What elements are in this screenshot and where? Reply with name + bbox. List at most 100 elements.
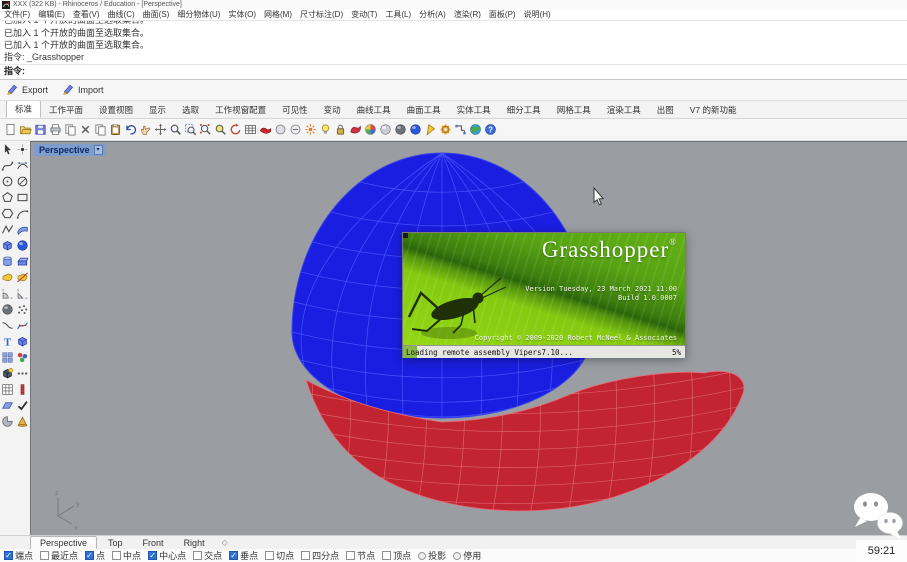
osnap-toggle[interactable]: 停用 xyxy=(453,549,481,562)
extrude-blue-icon[interactable] xyxy=(15,253,30,269)
wechat-icon[interactable] xyxy=(845,486,907,544)
help-icon[interactable]: ? xyxy=(483,121,498,138)
menu-item[interactable]: 查看(V) xyxy=(69,9,104,21)
toolbar-tab[interactable]: 工作平面 xyxy=(41,102,91,118)
osnap-toggle[interactable]: 四分点 xyxy=(301,549,339,562)
text-T-icon[interactable]: T xyxy=(0,333,15,349)
toolbar-tab[interactable]: 实体工具 xyxy=(449,102,499,118)
zoom-icon[interactable] xyxy=(168,121,183,138)
osnap-toggle[interactable]: 顶点 xyxy=(382,549,411,562)
print-icon[interactable] xyxy=(48,121,63,138)
grid-table-icon[interactable] xyxy=(243,121,258,138)
surface-corner-icon[interactable] xyxy=(15,221,30,237)
menu-item[interactable]: 变动(T) xyxy=(347,9,381,21)
light-bulb-icon[interactable] xyxy=(318,121,333,138)
viewport-tab-front[interactable]: Front xyxy=(134,537,173,549)
sphere-blue-icon[interactable] xyxy=(408,121,423,138)
import-button[interactable]: Import xyxy=(62,83,104,98)
menu-item[interactable]: 面板(P) xyxy=(485,9,520,21)
command-prompt-input[interactable]: 指令: xyxy=(0,64,907,78)
toolbar-tab[interactable]: 网格工具 xyxy=(549,102,599,118)
flag-yellow-icon[interactable] xyxy=(423,121,438,138)
menu-item[interactable]: 曲面(S) xyxy=(139,9,174,21)
menu-item[interactable]: 文件(F) xyxy=(0,9,34,21)
osnap-toggle[interactable]: 最近点 xyxy=(40,549,78,562)
grid-cells-icon[interactable] xyxy=(0,381,15,397)
toolbar-tab[interactable]: 渲染工具 xyxy=(599,102,649,118)
toolbar-tab[interactable]: 细分工具 xyxy=(499,102,549,118)
curve-nodes-icon[interactable] xyxy=(0,157,15,173)
arc-blend-icon[interactable] xyxy=(0,317,15,333)
toolbar-tab[interactable]: 曲面工具 xyxy=(399,102,449,118)
close-x-icon[interactable] xyxy=(78,121,93,138)
zoom-extents-icon[interactable] xyxy=(213,121,228,138)
lock-icon[interactable] xyxy=(333,121,348,138)
polygon-icon[interactable] xyxy=(0,189,15,205)
viewport-layout-icon[interactable]: ◇ xyxy=(216,538,228,547)
checkbox-icon[interactable] xyxy=(40,551,49,560)
arc-icon[interactable] xyxy=(15,205,30,221)
dots-more-icon[interactable] xyxy=(15,365,30,381)
osnap-toggle[interactable]: ✓垂点 xyxy=(229,549,258,562)
osnap-toggle[interactable]: 交点 xyxy=(193,549,222,562)
viewport-tab-right[interactable]: Right xyxy=(175,537,214,549)
toolbar-tab[interactable]: 变动 xyxy=(316,102,349,118)
trim-yellow-icon[interactable] xyxy=(15,269,30,285)
export-button[interactable]: Export xyxy=(6,83,48,98)
menu-item[interactable]: 实体(O) xyxy=(224,9,260,21)
sphere-cut-icon[interactable] xyxy=(0,413,15,429)
zoom-selected-icon[interactable] xyxy=(198,121,213,138)
hexagon-icon[interactable] xyxy=(0,205,15,221)
osnap-toggle[interactable]: 中点 xyxy=(112,549,141,562)
menu-item[interactable]: 说明(H) xyxy=(520,9,555,21)
undo-icon[interactable] xyxy=(123,121,138,138)
toolbar-tab[interactable]: V7 的新功能 xyxy=(682,102,745,118)
circle-gray-icon[interactable] xyxy=(273,121,288,138)
duplicate-icon[interactable] xyxy=(63,121,78,138)
menu-item[interactable]: 工具(L) xyxy=(381,9,415,21)
checkbox-icon[interactable] xyxy=(301,551,310,560)
menu-item[interactable]: 渲染(R) xyxy=(450,9,485,21)
column-red-icon[interactable] xyxy=(15,381,30,397)
curve-handles-icon[interactable] xyxy=(15,157,30,173)
osnap-toggle[interactable]: 节点 xyxy=(346,549,375,562)
plane-blue-icon[interactable] xyxy=(0,397,15,413)
menu-item[interactable]: 网格(M) xyxy=(260,9,296,21)
cube-blue-icon[interactable] xyxy=(0,237,15,253)
save-icon[interactable] xyxy=(33,121,48,138)
toolbar-tab[interactable]: 可见性 xyxy=(274,102,316,118)
open-folder-icon[interactable] xyxy=(18,121,33,138)
checkbox-icon[interactable]: ✓ xyxy=(229,551,238,560)
check-mark-icon[interactable] xyxy=(15,397,30,413)
osnap-toggle[interactable]: 切点 xyxy=(265,549,294,562)
pan-hand-icon[interactable] xyxy=(138,121,153,138)
toolbar-tab[interactable]: 设置视图 xyxy=(91,102,141,118)
viewport-title[interactable]: Perspective ▾ xyxy=(34,144,106,156)
link-nodes-icon[interactable] xyxy=(453,121,468,138)
menu-item[interactable]: 尺寸标注(D) xyxy=(296,9,347,21)
circle-minus-icon[interactable] xyxy=(288,121,303,138)
zoom-window-icon[interactable] xyxy=(183,121,198,138)
menu-item[interactable]: 分析(A) xyxy=(415,9,450,21)
checkbox-icon[interactable] xyxy=(382,551,391,560)
circle-diameter-icon[interactable] xyxy=(15,173,30,189)
circle-center-icon[interactable] xyxy=(0,173,15,189)
earth-icon[interactable] xyxy=(468,121,483,138)
boolean-yellow-icon[interactable] xyxy=(0,269,15,285)
cube-render-icon[interactable] xyxy=(0,365,15,381)
render-red-icon[interactable] xyxy=(348,121,363,138)
viewport-tab-perspective[interactable]: Perspective xyxy=(30,536,97,549)
copy-icon[interactable] xyxy=(93,121,108,138)
toolbar-tab[interactable]: 工作视窗配置 xyxy=(207,102,274,118)
sphere-blue-sm-icon[interactable] xyxy=(15,237,30,253)
checkbox-icon[interactable]: ✓ xyxy=(85,551,94,560)
checkbox-icon[interactable] xyxy=(346,551,355,560)
checkbox-icon[interactable] xyxy=(112,551,121,560)
gear-icon[interactable] xyxy=(438,121,453,138)
checkbox-icon[interactable]: ✓ xyxy=(4,551,13,560)
cube-corner-icon[interactable] xyxy=(15,333,30,349)
new-file-icon[interactable] xyxy=(3,121,18,138)
toolbar-tab[interactable]: 显示 xyxy=(141,102,174,118)
curve-sharp-icon[interactable] xyxy=(0,221,15,237)
viewport-tab-top[interactable]: Top xyxy=(99,537,132,549)
